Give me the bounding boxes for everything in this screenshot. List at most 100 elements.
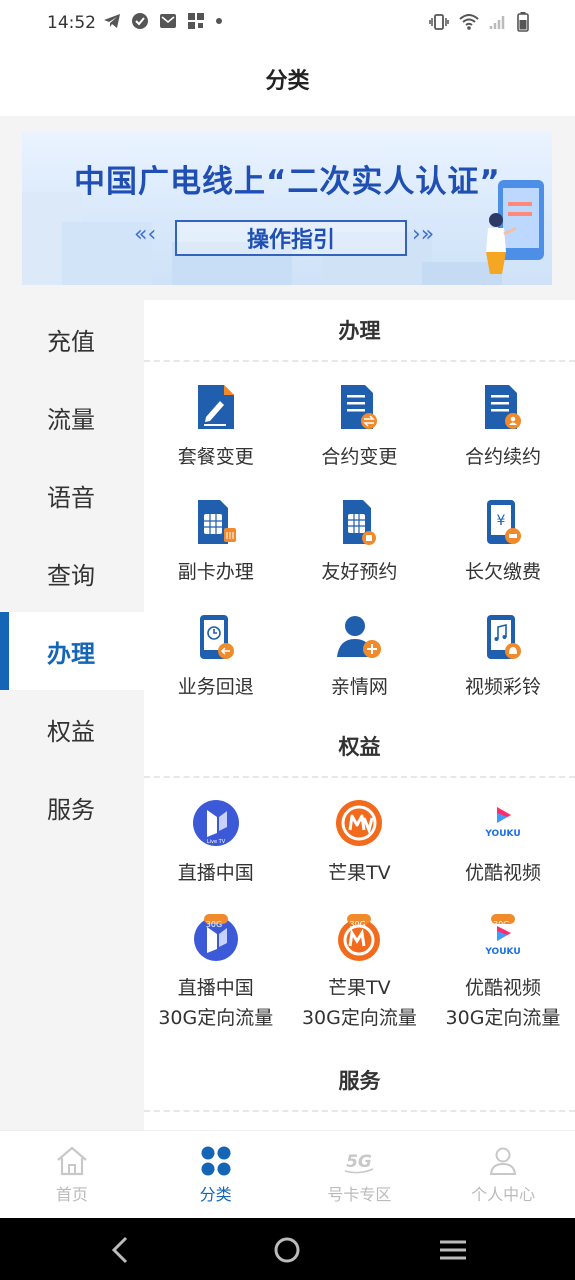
grid-item-mango-tv[interactable]: 芒果TV <box>288 790 432 905</box>
signal-icon <box>489 16 505 29</box>
nav-sim-zone[interactable]: 5G 号卡专区 <box>288 1131 432 1218</box>
grid-item-contract-renew[interactable]: 合约续约 <box>431 374 575 489</box>
nav-category[interactable]: 分类 <box>144 1131 288 1218</box>
grid-item-label: 副卡办理 <box>177 561 254 583</box>
banner-building-decoration <box>22 192 502 285</box>
home-circle-icon[interactable] <box>271 1234 303 1266</box>
banner-guide-box: 操作指引 <box>175 220 407 256</box>
5g-icon: 5G <box>345 1152 374 1174</box>
sidebar-item-label: 流量 <box>47 405 95 434</box>
nav-label: 号卡专区 <box>327 1185 392 1204</box>
grid-item-label-line2: 30G定向流量 <box>301 1007 417 1029</box>
sim-card-icon <box>197 500 236 544</box>
contract-exchange-icon <box>341 385 378 429</box>
category-grid-icon <box>201 1146 231 1176</box>
category-content: 办理 套餐变更 合约变更 合约续约 副卡办理 友好预约 ¥ 长欠缴费 业务回退 … <box>144 300 575 1130</box>
phone-yen-icon: ¥ <box>486 500 521 544</box>
badge-30g: 30G <box>492 920 510 929</box>
grid-item-label: 合约变更 <box>321 446 398 468</box>
grid-item-label-line1: 优酷视频 <box>464 977 541 999</box>
grid-item-livetv-30g[interactable]: 30G 直播中国 30G定向流量 <box>144 905 288 1050</box>
recents-menu-icon[interactable] <box>437 1234 469 1266</box>
grid-item-label: 亲情网 <box>330 676 388 698</box>
notification-icons <box>103 12 223 30</box>
sidebar-item-4[interactable]: 办理 <box>0 612 144 690</box>
nav-label: 分类 <box>199 1185 232 1204</box>
grid-item-label: 套餐变更 <box>177 446 254 468</box>
mail-icon <box>160 14 176 28</box>
check-circle-icon <box>132 13 148 29</box>
youku-icon: YOUKU <box>478 799 527 847</box>
category-sidebar: 充值流量语音查询办理权益服务 <box>0 300 144 1130</box>
user-icon <box>490 1147 517 1175</box>
section-title-fuwu: 服务 <box>144 1050 575 1112</box>
sidebar-item-label: 权益 <box>47 717 95 746</box>
mango-tv-icon <box>336 800 383 846</box>
quanyi-grid: Live TV 直播中国 芒果TV YOUKU 优酷视频 <box>144 778 575 905</box>
grid-item-livetv[interactable]: Live TV 直播中国 <box>144 790 288 905</box>
sidebar-item-label: 服务 <box>47 795 95 824</box>
status-bar: 14:52 <box>0 0 575 48</box>
sidebar-item-3[interactable]: 查询 <box>0 534 144 612</box>
grid-item-label-line2: 30G定向流量 <box>445 1007 561 1029</box>
home-icon <box>57 1146 87 1176</box>
sidebar-item-2[interactable]: 语音 <box>0 456 144 534</box>
grid-item-label-block: 芒果TV 30G定向流量 <box>302 973 417 1033</box>
nav-label: 首页 <box>55 1185 88 1204</box>
phone-music-bell-icon <box>486 615 521 659</box>
svg-text:Live TV: Live TV <box>207 839 226 845</box>
grid-item-label: 业务回退 <box>177 676 254 698</box>
nav-home[interactable]: 首页 <box>0 1131 144 1218</box>
grid-item-label: 合约续约 <box>464 446 541 468</box>
grid-item-video-ringtone[interactable]: 视频彩铃 <box>431 604 575 719</box>
fuwu-grid <box>144 1112 575 1130</box>
grid-item-label: 视频彩铃 <box>464 676 541 698</box>
sidebar-item-label: 充值 <box>47 327 95 356</box>
banner-subtitle: 操作指引 <box>246 228 335 253</box>
back-icon[interactable] <box>106 1234 138 1266</box>
sidebar-item-5[interactable]: 权益 <box>0 690 144 768</box>
grid-item-label-block: 优酷视频 30G定向流量 <box>446 973 561 1033</box>
svg-text:¥: ¥ <box>497 513 506 529</box>
sidebar-item-0[interactable]: 充值 <box>0 300 144 378</box>
status-time: 14:52 <box>47 13 96 33</box>
banner-person-phone-illustration <box>486 180 544 274</box>
sidebar-item-label: 查询 <box>47 561 95 590</box>
wifi-icon <box>459 14 479 30</box>
banner-area: 中国广电线上“二次实人认证” «‹ 操作指引 ›» <box>0 116 575 300</box>
grid-item-youku-30g[interactable]: YOUKU 30G 优酷视频 30G定向流量 <box>431 905 575 1050</box>
promo-banner[interactable]: 中国广电线上“二次实人认证” «‹ 操作指引 ›» <box>22 132 552 285</box>
grid-item-label-line1: 直播中国 <box>177 977 254 999</box>
dot-icon <box>216 18 222 24</box>
grid-item-label: 芒果TV <box>328 862 391 884</box>
banner-title: 中国广电线上“二次实人认证” <box>74 164 501 200</box>
family-user-plus-icon <box>337 616 382 658</box>
nav-profile[interactable]: 个人中心 <box>431 1131 575 1218</box>
bottom-nav: 首页 分类 5G 号卡专区 个人中心 <box>0 1130 575 1218</box>
system-status-icons <box>429 12 529 32</box>
section-title-banli: 办理 <box>144 300 575 362</box>
grid-item-arrears-payment[interactable]: ¥ 长欠缴费 <box>431 489 575 604</box>
grid-item-youku[interactable]: YOUKU 优酷视频 <box>431 790 575 905</box>
grid-item-mango-tv-30g[interactable]: 30G 芒果TV 30G定向流量 <box>288 905 432 1050</box>
sidebar-item-1[interactable]: 流量 <box>0 378 144 456</box>
section-title-quanyi: 权益 <box>144 716 575 778</box>
grid-item-label: 友好预约 <box>321 561 398 583</box>
doc-pen-icon <box>197 385 234 429</box>
grid-item-label-line1: 芒果TV <box>328 977 391 999</box>
sidebar-item-6[interactable]: 服务 <box>0 768 144 846</box>
banner-arrows-left: «‹ <box>134 222 157 247</box>
page-title: 分类 <box>265 69 310 94</box>
grid-item-plan-change[interactable]: 套餐变更 <box>144 374 288 489</box>
grid-item-family-network[interactable]: 亲情网 <box>288 604 432 719</box>
phone-clock-back-icon <box>199 615 234 659</box>
nav-label: 个人中心 <box>471 1185 536 1204</box>
grid-item-friendly-reservation[interactable]: 友好预约 <box>288 489 432 604</box>
grid-item-service-rollback[interactable]: 业务回退 <box>144 604 288 719</box>
battery-icon <box>517 12 529 32</box>
grid-item-contract-change[interactable]: 合约变更 <box>288 374 432 489</box>
grid-item-secondary-card[interactable]: 副卡办理 <box>144 489 288 604</box>
svg-text:5G: 5G <box>346 1152 372 1172</box>
title-bar: 分类 <box>0 48 575 116</box>
grid-item-label-line2: 30G定向流量 <box>158 1007 274 1029</box>
